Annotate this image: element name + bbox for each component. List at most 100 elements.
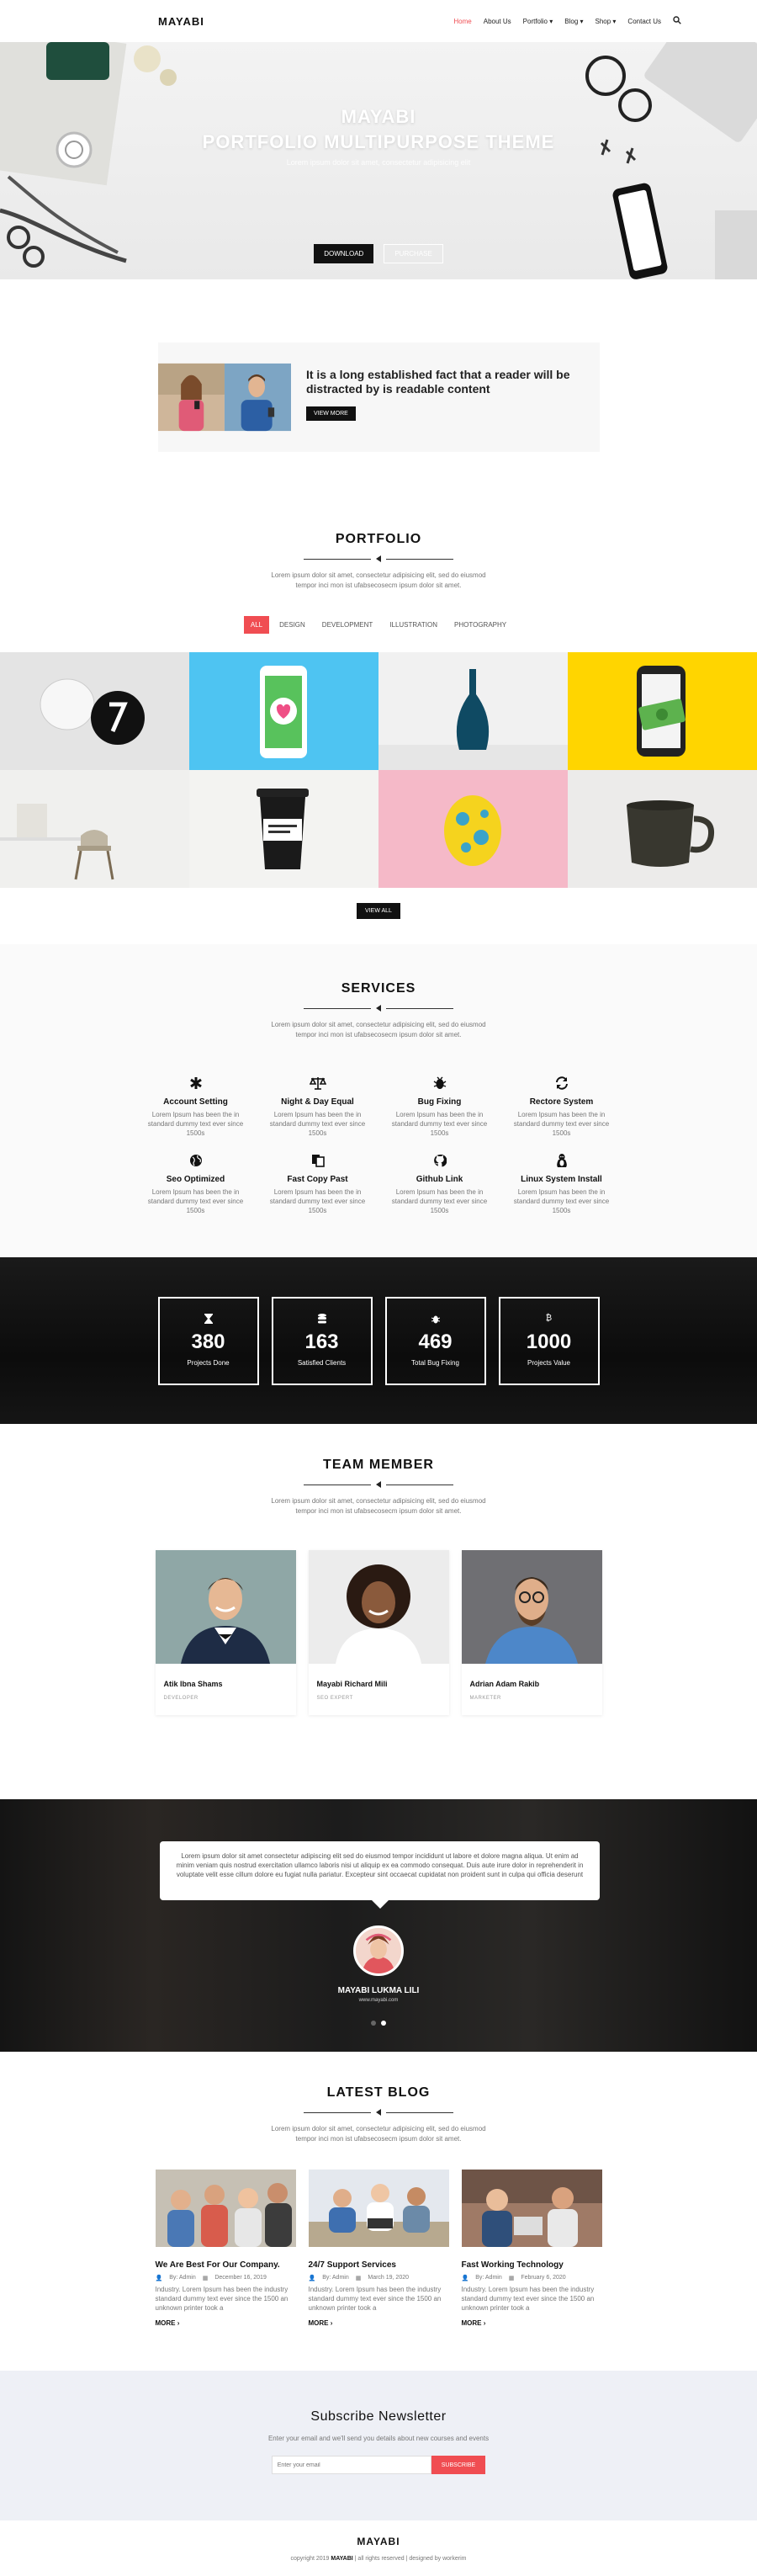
filter-development[interactable]: DEVELOPMENT [315, 616, 379, 634]
blog-post-more-link[interactable]: MORE › [309, 2319, 449, 2327]
blog-post-date: December 16, 2019 [214, 2275, 267, 2281]
service-text: Lorem Ipsum has been the in standard dum… [269, 1188, 366, 1214]
filter-design[interactable]: DESIGN [273, 616, 312, 634]
blog-post-image[interactable] [461, 2170, 602, 2247]
team-member-card[interactable]: Mayabi Richard Mili SEO EXPERT [308, 1550, 449, 1715]
service-text: Lorem Ipsum has been the in standard dum… [147, 1111, 244, 1137]
section-divider [0, 555, 757, 562]
testimonial-quote: Lorem ipsum dolor sit amet consectetur a… [160, 1841, 600, 1909]
blog-post-excerpt: Industry. Lorem Ipsum has been the indus… [461, 2286, 595, 2312]
top-navbar: MAYABI Home About Us Portfolio ▾ Blog ▾ … [0, 0, 757, 42]
team-section: TEAM MEMBER Lorem ipsum dolor sit amet, … [0, 1424, 757, 1799]
service-title: Fast Copy Past [287, 1175, 348, 1184]
portfolio-item-egg[interactable] [378, 770, 568, 888]
filter-photography[interactable]: PHOTOGRAPHY [447, 616, 513, 634]
service-title: Github Link [416, 1175, 463, 1184]
blog-post-title[interactable]: We Are Best For Our Company. [156, 2260, 296, 2271]
bitcoin-icon: ₿ [545, 1313, 553, 1323]
blog-post-excerpt: Industry. Lorem Ipsum has been the indus… [308, 2286, 442, 2312]
team-member-info: Atik Ibna Shams DEVELOPER [156, 1668, 296, 1715]
slider-dot[interactable] [371, 2021, 376, 2026]
portfolio-item-mug[interactable] [568, 770, 757, 888]
arrow-left-icon [376, 1481, 381, 1488]
menu-item-portfolio[interactable]: Portfolio ▾ [523, 18, 553, 25]
team-member-name: Atik Ibna Shams [163, 1680, 223, 1688]
menu-item-shop[interactable]: Shop ▾ [596, 18, 617, 25]
blog-grid: We Are Best For Our Company. 👤 By: Admin… [0, 2170, 757, 2327]
team-description: Lorem ipsum dolor sit amet, consectetur … [271, 1497, 486, 1515]
team-grid: Atik Ibna Shams DEVELOPER Mayabi Richard… [0, 1550, 757, 1715]
portfolio-item-sticker[interactable] [0, 652, 189, 770]
portfolio-item-chair[interactable] [0, 770, 189, 888]
team-member-card[interactable]: Adrian Adam Rakib MARKETER [461, 1550, 602, 1715]
portfolio-filters: ALL DESIGN DEVELOPMENT ILLUSTRATION PHOT… [0, 616, 757, 634]
slider-dot-active[interactable] [381, 2021, 386, 2026]
download-button[interactable]: DOWNLOAD [314, 244, 374, 263]
blog-post-image[interactable] [308, 2170, 449, 2247]
portfolio-item-phone-heart[interactable] [189, 652, 378, 770]
blog-post-excerpt: Industry. Lorem Ipsum has been the indus… [155, 2286, 289, 2312]
stat-label: Projects Done [187, 1358, 230, 1367]
service-text: Lorem Ipsum has been the in standard dum… [147, 1188, 244, 1214]
view-more-button[interactable]: VIEW MORE [305, 406, 356, 421]
team-member-info: Mayabi Richard Mili SEO EXPERT [309, 1668, 449, 1715]
team-member-photo [308, 1550, 449, 1664]
view-all-button[interactable]: VIEW ALL [357, 903, 400, 919]
user-icon: 👤 [155, 2276, 163, 2281]
footer-logo[interactable]: MAYABI [0, 2536, 757, 2547]
filter-illustration[interactable]: ILLUSTRATION [383, 616, 444, 634]
menu-item-about[interactable]: About Us [484, 18, 511, 25]
filter-all[interactable]: ALL [243, 616, 270, 634]
blog-title: LATEST BLOG [326, 2085, 431, 2100]
section-divider [0, 2109, 757, 2116]
portfolio-section: PORTFOLIO Lorem ipsum dolor sit amet, co… [0, 515, 757, 944]
service-item: Fast Copy Past Lorem Ipsum has been the … [269, 1151, 366, 1215]
blog-post-card: 24/7 Support Services 👤 By: Admin ▦ Marc… [308, 2170, 449, 2327]
testimonial-name: MAYABI LUKMA LILI [337, 1986, 420, 1995]
portfolio-item-phone-money[interactable] [568, 652, 757, 770]
blog-post-date: March 19, 2020 [368, 2275, 410, 2281]
menu-item-blog[interactable]: Blog ▾ [564, 18, 583, 25]
team-header: TEAM MEMBER Lorem ipsum dolor sit amet, … [0, 1458, 757, 1516]
portfolio-header: PORTFOLIO Lorem ipsum dolor sit amet, co… [0, 532, 757, 591]
stat-number: 163 [304, 1330, 339, 1353]
blog-post-image[interactable] [155, 2170, 296, 2247]
subscribe-button[interactable]: SUBSCRIBE [431, 2456, 486, 2474]
hero-buttons: DOWNLOAD PURCHASE [0, 244, 757, 263]
blog-post-card: Fast Working Technology 👤 By: Admin ▦ Fe… [461, 2170, 602, 2327]
service-text: Lorem Ipsum has been the in standard dum… [269, 1111, 366, 1137]
service-item: Night & Day Equal Lorem Ipsum has been t… [269, 1074, 366, 1138]
email-input[interactable] [271, 2456, 431, 2474]
blog-post-title[interactable]: 24/7 Support Services [309, 2260, 449, 2271]
testimonial-avatar [353, 1925, 404, 1976]
globe-icon [147, 1151, 244, 1170]
blog-post-more-link[interactable]: MORE › [156, 2319, 296, 2327]
site-logo[interactable]: MAYABI [158, 15, 204, 28]
service-title: Night & Day Equal [281, 1097, 354, 1107]
team-member-role: MARKETER [469, 1696, 501, 1701]
purchase-button[interactable]: PURCHASE [384, 244, 443, 263]
slider-dots [0, 2021, 757, 2026]
blog-post-title[interactable]: Fast Working Technology [462, 2260, 602, 2271]
services-section: SERVICES Lorem ipsum dolor sit amet, con… [0, 944, 757, 1257]
bug-icon [391, 1074, 488, 1092]
portfolio-item-coffee-cup[interactable] [189, 770, 378, 888]
search-icon[interactable] [673, 15, 681, 27]
stat-label: Satisfied Clients [297, 1358, 347, 1367]
bug-icon [387, 1314, 484, 1324]
service-title: Linux System Install [521, 1175, 602, 1184]
services-header: SERVICES Lorem ipsum dolor sit amet, con… [0, 981, 757, 1040]
copy-icon [269, 1151, 366, 1170]
hero-title: MAYABI [341, 106, 416, 127]
copyright-text: copyright 2019 MAYABI | all rights reser… [0, 2556, 757, 2562]
calendar-icon: ▦ [202, 2276, 209, 2281]
blog-post-meta: 👤 By: Admin ▦ December 16, 2019 [156, 2275, 296, 2281]
main-menu: Home About Us Portfolio ▾ Blog ▾ Shop ▾ … [453, 15, 681, 27]
blog-post-more-link[interactable]: MORE › [462, 2319, 602, 2327]
team-member-card[interactable]: Atik Ibna Shams DEVELOPER [155, 1550, 296, 1715]
portfolio-item-vase[interactable] [378, 652, 568, 770]
menu-item-home[interactable]: Home [453, 18, 471, 25]
arrow-left-icon [376, 555, 381, 562]
testimonial-site: www.mayabi.com [358, 1998, 399, 2003]
menu-item-contact[interactable]: Contact Us [627, 18, 661, 25]
